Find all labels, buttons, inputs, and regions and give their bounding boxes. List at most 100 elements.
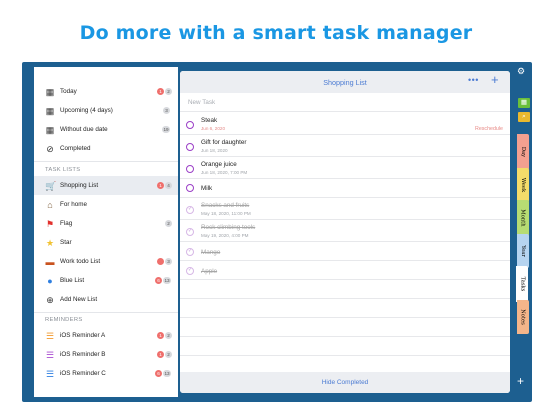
sidebar-item-flag[interactable]: ⚑ Flag 2 — [34, 214, 178, 233]
task-checkbox[interactable]: ✓ — [186, 206, 194, 214]
sidebar-item-ios-reminder-c[interactable]: ☰ iOS Reminder C 6 13 — [34, 364, 178, 383]
hide-completed-button[interactable]: Hide Completed — [180, 379, 510, 386]
sidebar-item-today[interactable]: ▦ Today 1 2 — [34, 82, 178, 101]
check-circle-icon: ⊘ — [46, 143, 54, 154]
reschedule-button[interactable]: Reschedule — [475, 126, 503, 132]
divider — [180, 178, 510, 179]
sidebar-item-label: Add New List — [60, 296, 98, 303]
count-badge: 3 — [165, 258, 172, 265]
task-date: Jun 18, 2020 — [201, 148, 228, 153]
add-new-list-button[interactable]: ⊕ Add New List — [34, 290, 178, 309]
add-button[interactable]: + — [517, 374, 524, 388]
task-title: Apple — [201, 268, 218, 275]
divider — [180, 260, 510, 261]
tab-label: Week — [520, 177, 527, 193]
sidebar-item-label: Star — [60, 239, 72, 246]
sidebar-item-label: Without due date — [60, 126, 108, 133]
task-checkbox[interactable]: ✓ — [186, 248, 194, 256]
task-checkbox[interactable] — [186, 184, 194, 192]
count-badge: 13 — [163, 277, 172, 284]
task-title: Snacks and fruits — [201, 202, 250, 209]
divider — [180, 197, 510, 198]
tab-label: Month — [520, 209, 527, 227]
divider — [180, 279, 510, 280]
star-icon: ★ — [45, 237, 55, 248]
sidebar-item-label: Today — [60, 88, 77, 95]
divider — [34, 312, 178, 313]
count-badge: 13 — [163, 370, 172, 377]
sidebar-item-label: Upcoming (4 days) — [60, 107, 113, 114]
sidebar-item-label: Completed — [60, 145, 91, 152]
tab-month[interactable]: Month — [517, 200, 529, 236]
sidebar-item-for-home[interactable]: ⌂ For home — [34, 195, 178, 214]
task-checkbox[interactable] — [186, 143, 194, 151]
reminders-header: REMINDERS — [45, 317, 83, 323]
overdue-badge: 1 — [157, 182, 164, 189]
gear-icon[interactable]: ⚙ — [517, 66, 525, 77]
list-blue-icon: ☰ — [45, 368, 55, 379]
task-title: Mango — [201, 249, 221, 256]
count-badge: 19 — [162, 126, 171, 133]
count-badge: 4 — [165, 182, 172, 189]
search-icon[interactable]: ⌕ — [518, 112, 530, 122]
sidebar-item-blue-list[interactable]: ● Blue List 6 13 — [34, 271, 178, 290]
sidebar-item-label: Work todo List — [60, 258, 101, 265]
sidebar-item-ios-reminder-a[interactable]: ☰ iOS Reminder A 1 2 — [34, 326, 178, 345]
sidebar-item-label: Shopping List — [60, 182, 99, 189]
new-task-input[interactable]: New Task — [188, 99, 215, 106]
sidebar-item-work-todo-list[interactable]: ▬ Work todo List 3 — [34, 252, 178, 271]
calendar-tab-icon[interactable]: ▦ — [518, 98, 530, 108]
task-date: Jun 6, 2020 — [201, 126, 226, 131]
task-checkbox[interactable] — [186, 165, 194, 173]
count-badge: 2 — [165, 220, 172, 227]
tab-label: Tasks — [519, 276, 525, 292]
sidebar-item-label: Blue List — [60, 277, 85, 284]
task-date: Jun 18, 2020, 7:00 PM — [201, 170, 248, 175]
sidebar-item-upcoming[interactable]: ▦ Upcoming (4 days) 3 — [34, 101, 178, 120]
sidebar-item-label: iOS Reminder A — [60, 332, 106, 339]
count-badge: 2 — [165, 88, 172, 95]
more-options-button[interactable]: ••• — [468, 75, 479, 85]
checkmark-icon: ✓ — [188, 206, 193, 212]
overdue-badge: 1 — [157, 351, 164, 358]
sidebar-item-star[interactable]: ★ Star — [34, 233, 178, 252]
sidebar-item-completed[interactable]: ⊘ Completed — [34, 139, 178, 158]
add-task-button[interactable]: + — [491, 72, 499, 87]
tab-notes[interactable]: Notes — [517, 300, 529, 334]
count-badge: 3 — [163, 107, 170, 114]
calendar-icon: ▦ — [45, 86, 55, 97]
sidebar: ▦ Today 1 2 ▦ Upcoming (4 days) 3 ▦ With… — [34, 67, 178, 397]
task-date: May 18, 2020, 11:00 PM — [201, 211, 251, 216]
tab-year[interactable]: Year — [517, 234, 529, 268]
task-panel-header: Shopping List ••• + — [180, 71, 510, 93]
checkmark-icon: ✓ — [188, 267, 193, 273]
calendar-upcoming-icon: ▦ — [45, 105, 55, 116]
overdue-badge: 1 — [157, 88, 164, 95]
task-checkbox[interactable]: ✓ — [186, 228, 194, 236]
tab-tasks[interactable]: Tasks — [516, 266, 528, 302]
divider — [34, 161, 178, 162]
sidebar-item-label: For home — [60, 201, 87, 208]
tab-day[interactable]: Day — [517, 134, 529, 170]
overdue-badge: 1 — [157, 332, 164, 339]
divider — [180, 355, 510, 356]
sidebar-item-label: Flag — [60, 220, 73, 227]
sidebar-item-ios-reminder-b[interactable]: ☰ iOS Reminder B 1 2 — [34, 345, 178, 364]
sidebar-item-shopping-list[interactable]: 🛒 Shopping List 1 4 — [34, 176, 178, 195]
task-panel-footer: Hide Completed — [180, 372, 510, 393]
flag-icon: ⚑ — [45, 218, 55, 229]
divider — [180, 336, 510, 337]
sidebar-item-without-due-date[interactable]: ▦ Without due date 19 — [34, 120, 178, 139]
divider — [180, 317, 510, 318]
sidebar-item-label: iOS Reminder C — [60, 370, 106, 377]
overdue-badge: 6 — [155, 370, 162, 377]
list-orange-icon: ☰ — [45, 330, 55, 341]
task-checkbox[interactable] — [186, 121, 194, 129]
task-checkbox[interactable]: ✓ — [186, 267, 194, 275]
task-title: Milk — [201, 185, 213, 192]
divider — [180, 134, 510, 135]
blue-dot-icon: ● — [47, 275, 53, 286]
tab-label: Year — [520, 245, 526, 257]
task-title: Rock climbing tools — [201, 224, 256, 231]
tab-week[interactable]: Week — [517, 168, 529, 202]
